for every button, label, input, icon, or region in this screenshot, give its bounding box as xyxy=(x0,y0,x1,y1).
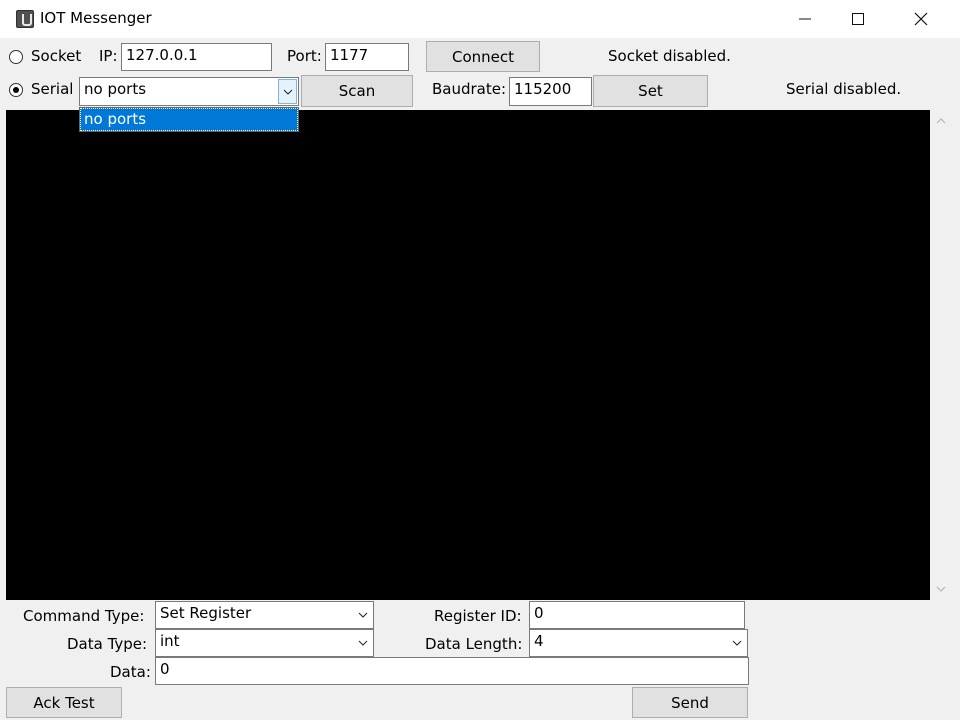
port-label: Port: xyxy=(287,47,322,65)
ip-input[interactable]: 127.0.0.1 xyxy=(121,43,272,71)
console-output[interactable] xyxy=(6,110,930,600)
data-input[interactable]: 0 xyxy=(155,657,749,685)
chevron-down-icon[interactable] xyxy=(936,586,946,592)
data-type-dropdown-button[interactable] xyxy=(353,630,373,656)
data-type-label: Data Type: xyxy=(67,635,148,653)
close-icon xyxy=(914,12,928,26)
minimize-icon xyxy=(799,18,811,20)
ip-label: IP: xyxy=(99,47,118,65)
window-title: IOT Messenger xyxy=(40,9,152,27)
port-input[interactable]: 1177 xyxy=(325,43,409,71)
data-length-label: Data Length: xyxy=(425,635,523,653)
close-button[interactable] xyxy=(898,0,944,38)
set-button[interactable]: Set xyxy=(593,75,708,107)
baudrate-label: Baudrate: xyxy=(432,80,507,98)
scan-button[interactable]: Scan xyxy=(301,75,413,107)
data-type-select[interactable]: int xyxy=(155,629,374,657)
chevron-down-icon xyxy=(358,640,368,646)
command-type-select[interactable]: Set Register xyxy=(155,601,374,629)
command-type-value: Set Register xyxy=(160,604,252,622)
serial-port-dropdown-button[interactable] xyxy=(278,79,297,104)
dropdown-option[interactable]: no ports xyxy=(80,108,298,131)
send-button[interactable]: Send xyxy=(632,687,748,718)
console-scrollbar[interactable] xyxy=(930,110,952,600)
command-type-dropdown-button[interactable] xyxy=(353,602,373,628)
connect-button[interactable]: Connect xyxy=(426,41,540,72)
data-length-value: 4 xyxy=(534,632,544,650)
serial-radio[interactable] xyxy=(9,83,23,97)
maximize-icon xyxy=(852,13,864,25)
chevron-up-icon[interactable] xyxy=(936,118,946,124)
socket-radio-label: Socket xyxy=(31,47,82,65)
ack-test-button[interactable]: Ack Test xyxy=(6,687,122,718)
app-icon xyxy=(16,10,34,28)
minimize-button[interactable] xyxy=(782,0,828,38)
serial-radio-label: Serial xyxy=(31,80,74,98)
command-type-label: Command Type: xyxy=(23,607,145,625)
data-length-select[interactable]: 4 xyxy=(529,629,748,657)
data-length-dropdown-button[interactable] xyxy=(727,630,747,656)
serial-port-select[interactable]: no ports xyxy=(79,77,299,106)
chevron-down-icon xyxy=(732,640,742,646)
register-id-label: Register ID: xyxy=(434,607,522,625)
chevron-down-icon xyxy=(358,612,368,618)
register-id-input[interactable]: 0 xyxy=(529,601,745,629)
socket-radio[interactable] xyxy=(9,50,23,64)
socket-status: Socket disabled. xyxy=(608,47,731,65)
serial-status: Serial disabled. xyxy=(786,80,902,98)
chevron-down-icon xyxy=(283,89,292,95)
baudrate-input[interactable]: 115200 xyxy=(509,77,592,106)
data-type-value: int xyxy=(160,632,180,650)
maximize-button[interactable] xyxy=(835,0,881,38)
data-label: Data: xyxy=(110,663,151,681)
serial-port-value: no ports xyxy=(84,80,147,98)
